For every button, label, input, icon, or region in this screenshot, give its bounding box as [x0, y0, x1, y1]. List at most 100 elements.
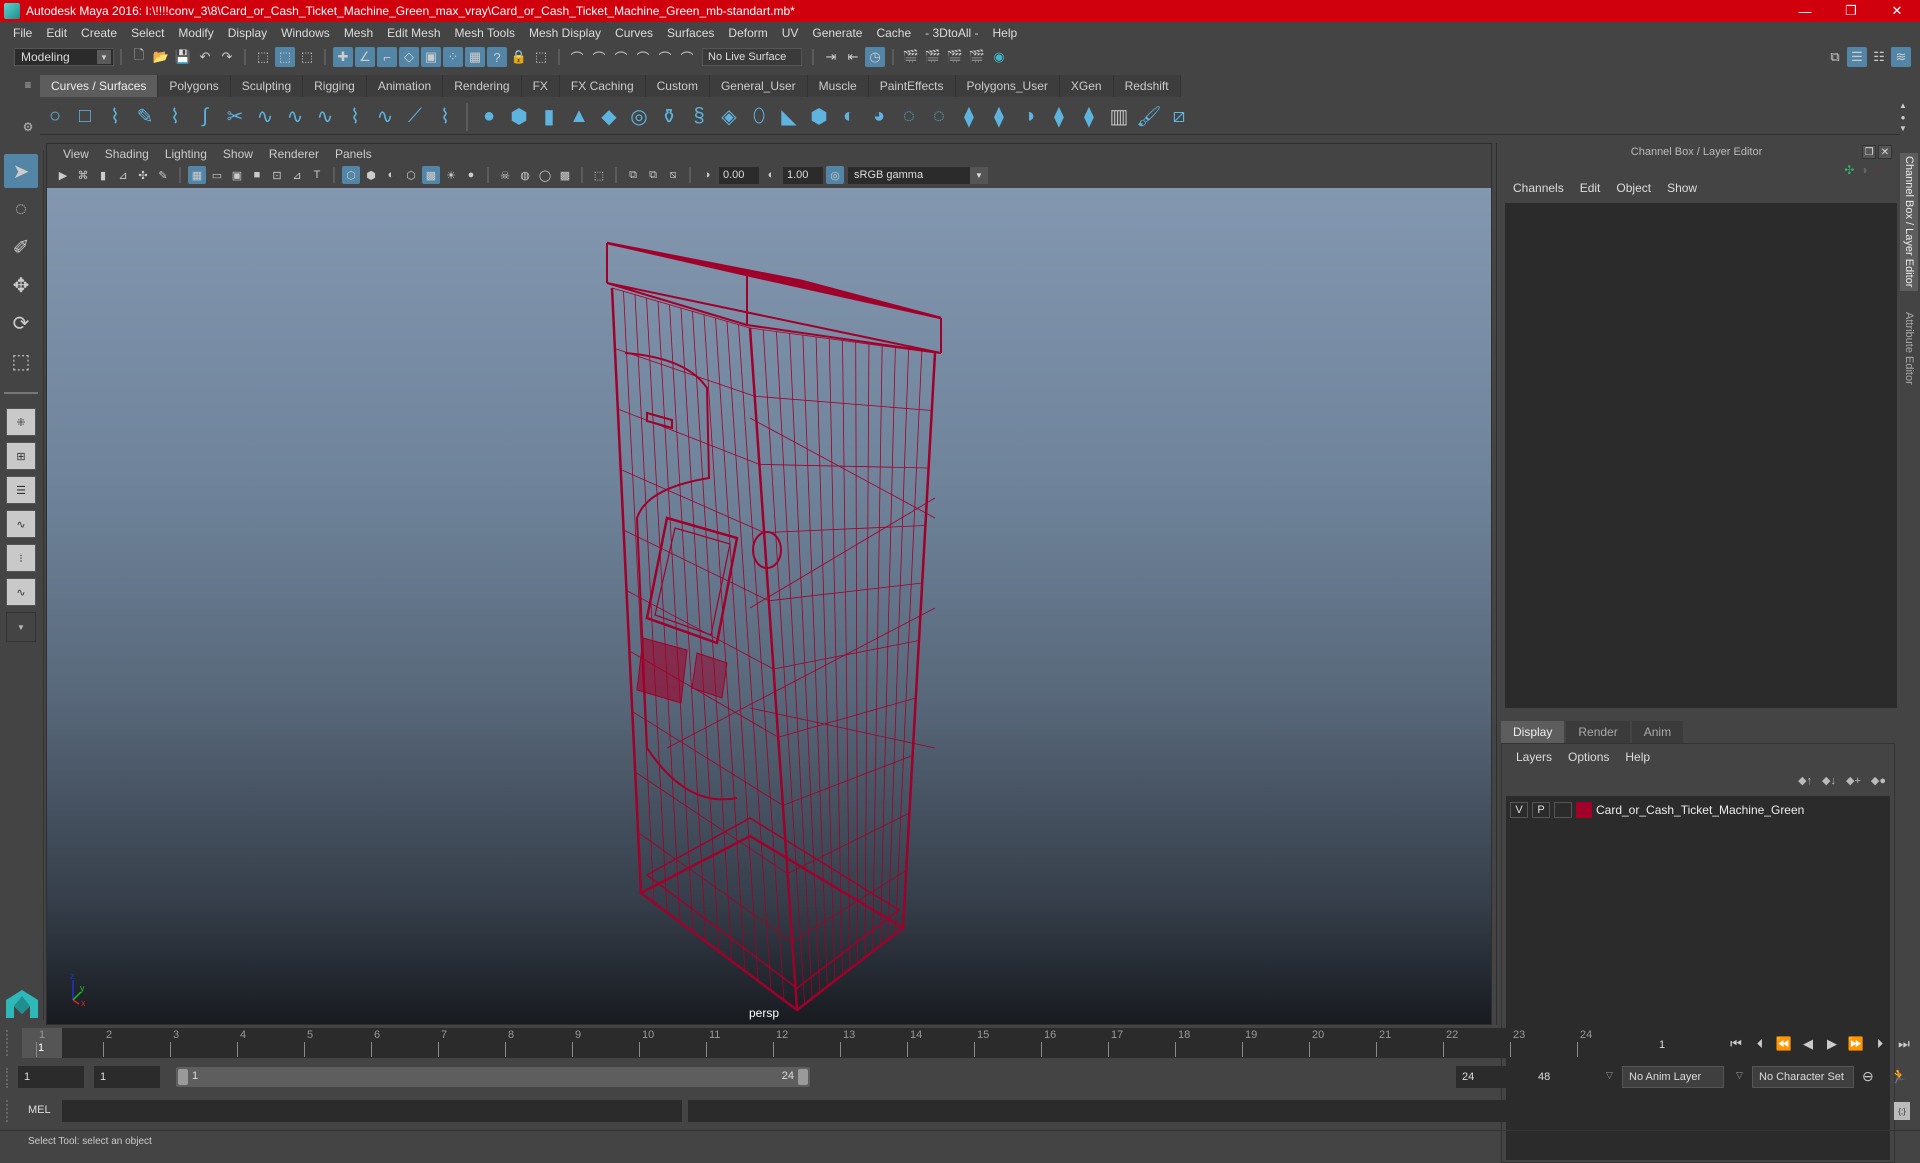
detach-curve-icon[interactable]: ∿	[280, 102, 310, 132]
ep-curve-icon[interactable]: ⌇	[160, 102, 190, 132]
smooth-shade-icon[interactable]: ⬢	[362, 166, 380, 184]
layer-type-toggle[interactable]	[1554, 802, 1572, 818]
layer-playback-toggle[interactable]: P	[1532, 802, 1550, 818]
channel-box-toggle-icon[interactable]: ≋	[1891, 47, 1911, 67]
3d-viewport[interactable]: z y x persp	[47, 188, 1491, 1024]
sculpt-geometry-icon[interactable]: ⧫	[1074, 102, 1104, 132]
safe-title-icon[interactable]: T	[308, 166, 326, 184]
step-forward-frame-icon[interactable]: ⏵	[1870, 1034, 1890, 1054]
shelf-tab-redshift[interactable]: Redshift	[1113, 75, 1181, 97]
extrude-icon[interactable]: ⬯	[744, 102, 774, 132]
screen-space-ao-icon[interactable]: ☠	[496, 166, 514, 184]
birail-icon[interactable]: ◣	[774, 102, 804, 132]
viewport-menu-panels[interactable]: Panels	[327, 147, 380, 161]
tab-anim[interactable]: Anim	[1631, 721, 1684, 743]
2d-pan-zoom-icon[interactable]: ✣	[134, 166, 152, 184]
single-perspective-layout-icon[interactable]: ⁜	[6, 408, 36, 436]
current-frame-field[interactable]: 1	[1654, 1036, 1720, 1054]
input-ops-icon[interactable]: ⇥	[821, 47, 841, 67]
film-gate-icon[interactable]: ▭	[208, 166, 226, 184]
tab-display[interactable]: Display	[1501, 721, 1565, 743]
layer-name[interactable]: Card_or_Cash_Ticket_Machine_Green	[1596, 803, 1804, 817]
scroll-up-icon[interactable]: ▲	[1899, 101, 1907, 110]
viewport-menu-view[interactable]: View	[55, 147, 97, 161]
menu-mesh-tools[interactable]: Mesh Tools	[448, 26, 522, 40]
close-panel-icon[interactable]: ✕	[1878, 145, 1892, 159]
output-ops-icon[interactable]: ⇤	[843, 47, 863, 67]
shadows-icon[interactable]: ●	[462, 166, 480, 184]
go-to-end-icon[interactable]: ⏭	[1894, 1034, 1914, 1054]
viewport-menu-renderer[interactable]: Renderer	[261, 147, 327, 161]
snap-grid-alt-icon[interactable]: ▦	[465, 47, 485, 67]
menu-edit[interactable]: Edit	[39, 26, 74, 40]
step-back-frame-icon[interactable]: ⏴	[1750, 1034, 1770, 1054]
viewport-menu-lighting[interactable]: Lighting	[157, 147, 215, 161]
menu-mesh-display[interactable]: Mesh Display	[522, 26, 608, 40]
side-tab-attribute-editor[interactable]: Attribute Editor	[1900, 295, 1918, 401]
layer-row[interactable]: V P Card_or_Cash_Ticket_Machine_Green	[1510, 800, 1804, 820]
undo-icon[interactable]: ↶	[195, 47, 215, 67]
magnet-point-icon[interactable]: ⌒	[611, 47, 631, 67]
nurbs-square-icon[interactable]: □	[70, 102, 100, 132]
auto-key-icon[interactable]: ⊖	[1862, 1068, 1874, 1085]
menu-3dtoall[interactable]: - 3DtoAll -	[918, 26, 985, 40]
color-space-dropdown[interactable]: sRGB gamma ▼	[848, 166, 988, 184]
scale-tool-icon[interactable]: ⬚	[4, 344, 38, 378]
xray-icon[interactable]: ⧉	[624, 166, 642, 184]
cv-curve-icon[interactable]: ⌇	[100, 102, 130, 132]
project-curve-icon[interactable]: ⧫	[984, 102, 1014, 132]
untrim-icon[interactable]: ◌	[924, 102, 954, 132]
snap-point-icon[interactable]: ⌐	[377, 47, 397, 67]
menu-uv[interactable]: UV	[775, 26, 806, 40]
loft-icon[interactable]: §	[684, 102, 714, 132]
select-tool-icon[interactable]: ➤	[4, 154, 38, 188]
playback-end-field[interactable]: 24	[1456, 1066, 1524, 1088]
select-by-object-icon[interactable]: ⬚	[275, 47, 295, 67]
tool-settings-icon[interactable]: ☷	[1869, 47, 1889, 67]
play-backwards-icon[interactable]: ◀	[1798, 1034, 1818, 1054]
menu-surfaces[interactable]: Surfaces	[660, 26, 721, 40]
range-start-handle[interactable]	[178, 1069, 188, 1085]
cb-menu-object[interactable]: Object	[1608, 181, 1659, 195]
nurbs-torus-icon[interactable]: ◎	[624, 102, 654, 132]
bevel-icon[interactable]: ⬢	[804, 102, 834, 132]
wireframe-model[interactable]	[47, 188, 1491, 1024]
four-view-layout-icon[interactable]: ⊞	[6, 442, 36, 470]
rebuild-curve-icon[interactable]: ⌇	[340, 102, 370, 132]
bookmark-icon[interactable]: ▮	[94, 166, 112, 184]
persp-graph-layout-icon[interactable]: ∿	[6, 510, 36, 538]
attribute-editor-toggle-icon[interactable]: ☰	[1847, 47, 1867, 67]
magnet-plane-icon[interactable]: ⌒	[633, 47, 653, 67]
shelf-tab-custom[interactable]: Custom	[645, 75, 710, 97]
construction-history-icon[interactable]: ◷	[865, 47, 885, 67]
isolate-select-icon[interactable]: ⬚	[590, 166, 608, 184]
gamma-field[interactable]: 1.00	[783, 166, 823, 184]
shelf-tab-animation[interactable]: Animation	[366, 75, 444, 97]
xray-components-icon[interactable]: ⧅	[664, 166, 682, 184]
shelf-tab-polygons[interactable]: Polygons	[158, 75, 231, 97]
viewport-menu-show[interactable]: Show	[215, 147, 261, 161]
magnet-icon[interactable]: ⌒	[567, 47, 587, 67]
menu-windows[interactable]: Windows	[274, 26, 337, 40]
attach-curve-icon[interactable]: ∿	[250, 102, 280, 132]
viewport-menu-shading[interactable]: Shading	[97, 147, 157, 161]
menu-file[interactable]: File	[6, 26, 39, 40]
character-set-dropdown[interactable]: No Character Set	[1752, 1066, 1854, 1088]
shelf-tab-xgen[interactable]: XGen	[1059, 75, 1114, 97]
range-end-handle[interactable]	[798, 1069, 808, 1085]
insert-knot-icon[interactable]: ⌇	[430, 102, 460, 132]
bezier-curve-icon[interactable]: ∫	[190, 102, 220, 132]
depth-of-field-icon[interactable]: ▩	[556, 166, 574, 184]
time-slider[interactable]: 1 1 2 3 4 5 6 7 8 9 10 11 12 13 14 15 16 17 18 19 20 21 22 23 2…	[22, 1028, 1650, 1058]
move-layer-down-icon[interactable]: ◆↓	[1822, 774, 1836, 787]
snap-vertex-icon[interactable]: ⁘	[443, 47, 463, 67]
layer-color-swatch[interactable]	[1576, 802, 1592, 818]
animation-preferences-icon[interactable]: 🏃	[1890, 1068, 1907, 1085]
save-scene-icon[interactable]: 💾	[173, 47, 193, 67]
scroll-down-icon[interactable]: ▼	[1899, 124, 1907, 133]
textured-icon[interactable]: ▩	[422, 166, 440, 184]
menu-edit-mesh[interactable]: Edit Mesh	[380, 26, 447, 40]
exposure-icon[interactable]: ◑	[698, 166, 716, 184]
menu-select[interactable]: Select	[124, 26, 171, 40]
anti-aliasing-icon[interactable]: ◯	[536, 166, 554, 184]
